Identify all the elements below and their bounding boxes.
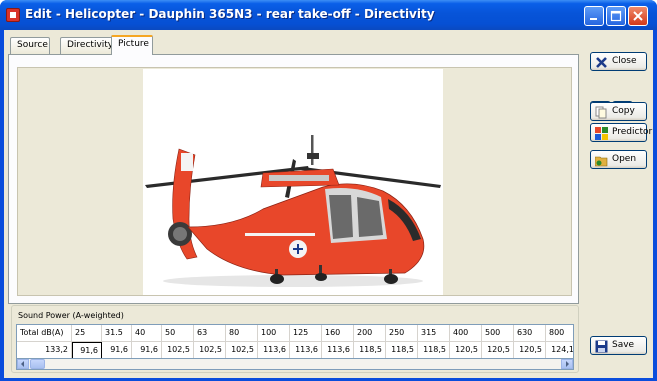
header-cell: 630 (514, 325, 546, 342)
value-cell[interactable]: 124,1 (546, 342, 573, 359)
value-cell[interactable]: 102,5 (194, 342, 226, 359)
predictor-button-label: Predictor (612, 127, 653, 137)
picture-tab-panel (8, 54, 579, 304)
title-bar[interactable]: Edit - Helicopter - Dauphin 365N3 - rear… (0, 0, 657, 30)
helicopter-image (145, 135, 441, 287)
header-cell: 25 (72, 325, 102, 342)
value-cell[interactable]: 120,5 (482, 342, 514, 359)
window: Edit - Helicopter - Dauphin 365N3 - rear… (0, 0, 657, 381)
scroll-left-arrow-icon (21, 361, 24, 367)
value-cell[interactable]: 118,5 (418, 342, 450, 359)
predictor-button[interactable]: Predictor (590, 123, 652, 142)
value-cell[interactable]: 120,5 (514, 342, 546, 359)
value-cell[interactable]: 120,5 (450, 342, 482, 359)
tab-directivity[interactable]: Directivity (60, 37, 113, 54)
header-cell: 80 (226, 325, 258, 342)
open-button[interactable]: Open (590, 150, 647, 169)
header-cell: 200 (354, 325, 386, 342)
picture-frame (17, 67, 572, 296)
value-cell[interactable]: 102,5 (226, 342, 258, 359)
close-button-label: Close (612, 56, 637, 66)
value-cell-selected[interactable]: 91,6 (72, 342, 102, 359)
scroll-right-button[interactable] (561, 359, 573, 369)
header-cell: 500 (482, 325, 514, 342)
open-button-label: Open (612, 154, 637, 164)
maximize-icon (610, 10, 622, 22)
copy-button-label: Copy (612, 106, 635, 116)
open-folder-icon (595, 156, 608, 167)
scroll-left-button[interactable] (17, 359, 29, 369)
close-x-icon (633, 11, 643, 21)
scroll-thumb[interactable] (30, 359, 45, 369)
value-cell[interactable]: 113,6 (290, 342, 322, 359)
header-cell: 800 (546, 325, 573, 342)
app-icon (6, 8, 20, 22)
value-cell[interactable]: 133,2 (17, 342, 72, 359)
value-cell[interactable]: 113,6 (258, 342, 290, 359)
grid-value-row: 133,2 91,6 91,6 91,6 102,5 102,5 102,5 1… (17, 342, 573, 359)
header-cell: 315 (418, 325, 450, 342)
header-cell: 50 (162, 325, 194, 342)
value-cell[interactable]: 91,6 (102, 342, 132, 359)
floppy-disk-icon (595, 340, 608, 353)
horizontal-scrollbar[interactable] (16, 358, 574, 370)
tab-source[interactable]: Source (10, 37, 50, 54)
save-button-label: Save (612, 340, 635, 350)
value-cell[interactable]: 102,5 (162, 342, 194, 359)
header-cell: 63 (194, 325, 226, 342)
minimize-icon (590, 18, 597, 20)
x-icon (596, 57, 607, 68)
header-cell: Total dB(A) (17, 325, 72, 342)
window-close-button[interactable] (628, 6, 648, 26)
minimize-button[interactable] (584, 6, 604, 26)
copy-icon (595, 106, 607, 119)
maximize-button[interactable] (606, 6, 626, 26)
sound-power-legend: Sound Power (A-weighted) (18, 311, 124, 320)
header-cell: 160 (322, 325, 354, 342)
tab-picture[interactable]: Picture (111, 35, 153, 55)
header-cell: 40 (132, 325, 162, 342)
value-cell[interactable]: 91,6 (132, 342, 162, 359)
dialog-client: Source Directivity Picture Close Copy Pr… (4, 30, 653, 378)
header-cell: 400 (450, 325, 482, 342)
helicopter-picture (143, 69, 443, 295)
copy-button[interactable]: Copy (590, 102, 647, 121)
header-cell: 250 (386, 325, 418, 342)
header-cell: 125 (290, 325, 322, 342)
predictor-icon (595, 127, 608, 140)
header-cell: 31.5 (102, 325, 132, 342)
value-cell[interactable]: 118,5 (354, 342, 386, 359)
value-cell[interactable]: 113,6 (322, 342, 354, 359)
scroll-right-arrow-icon (566, 361, 569, 367)
save-button[interactable]: Save (590, 336, 647, 355)
header-cell: 100 (258, 325, 290, 342)
grid-header-row: Total dB(A) 25 31.5 40 50 63 80 100 125 … (17, 325, 573, 342)
window-title: Edit - Helicopter - Dauphin 365N3 - rear… (25, 7, 435, 21)
close-button[interactable]: Close (590, 52, 647, 71)
value-cell[interactable]: 118,5 (386, 342, 418, 359)
